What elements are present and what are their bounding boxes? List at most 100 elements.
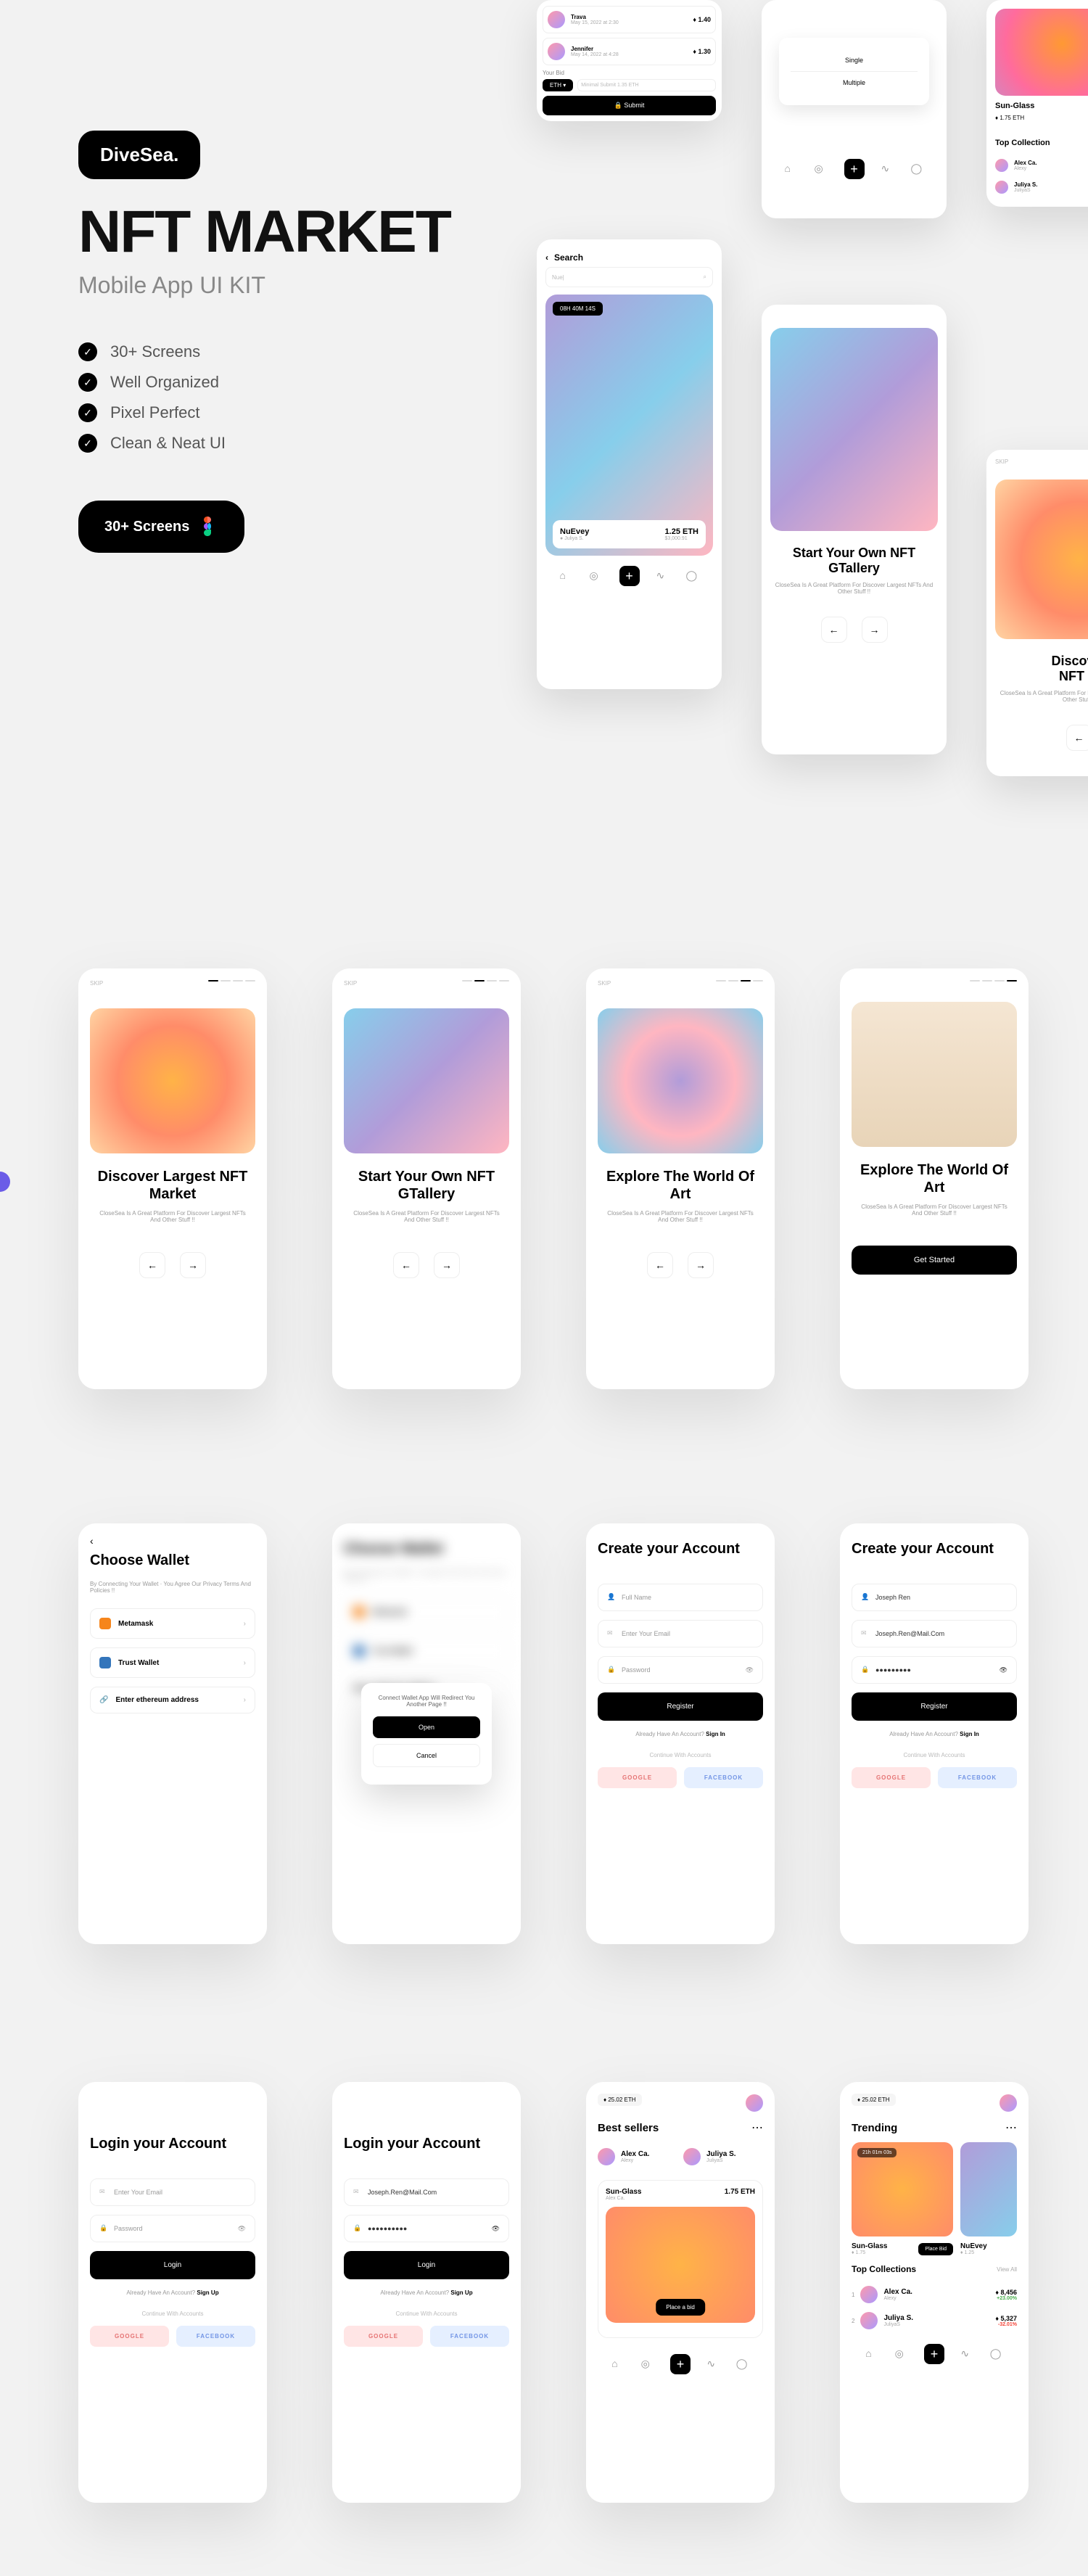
profile-icon[interactable]: ◯ [990,2347,1003,2361]
section-title: Trending [852,2122,897,2134]
google-button[interactable]: GOOGLE [852,1767,931,1788]
back-icon[interactable]: ‹ [545,252,548,263]
signin-link[interactable]: Sign In [706,1731,725,1737]
profile-icon[interactable]: ◯ [686,569,699,583]
search-input[interactable]: Nue|⌕ [545,267,713,287]
email-input[interactable]: ✉Enter Your Email [598,1620,763,1647]
add-button[interactable]: + [844,159,865,179]
search-icon[interactable]: ◎ [815,162,828,176]
facebook-button[interactable]: FACEBOOK [176,2326,255,2347]
cta-button[interactable]: 30+ Screens [78,501,244,553]
multiple-option[interactable]: Multiple [791,72,918,94]
activity-icon[interactable]: ∿ [706,2358,720,2371]
activity-icon[interactable]: ∿ [881,162,894,176]
nft-image: Place a bid [606,2207,755,2323]
google-button[interactable]: GOOGLE [90,2326,169,2347]
profile-icon[interactable]: ◯ [736,2358,749,2371]
eye-icon[interactable]: 👁 [746,1666,754,1674]
prev-arrow[interactable]: ← [821,617,847,643]
email-input[interactable]: ✉Enter Your Email [90,2178,255,2206]
submit-button[interactable]: 🔒 Submit [543,96,716,115]
home-icon[interactable]: ⌂ [785,162,798,176]
next-arrow[interactable]: → [862,617,888,643]
chevron-right-icon: › [244,1659,246,1667]
login-button[interactable]: Login [344,2251,509,2279]
password-input[interactable]: 🔒●●●●●●●●●●👁 [344,2215,509,2242]
activity-icon[interactable]: ∿ [656,569,669,583]
nft-card[interactable]: 08H 40M 14S NuEvey● Juliya S. 1.25 ETH$3… [545,295,713,556]
collection-row[interactable]: 1 Alex Ca.Alexy ♦ 8,456+23.00% [852,2281,1017,2308]
email-input[interactable]: ✉Joseph.Ren@Mail.Com [852,1620,1017,1647]
open-button[interactable]: Open [373,1716,480,1738]
search-icon: ⌕ [704,273,706,281]
next-arrow[interactable]: → [434,1252,460,1278]
password-input[interactable]: 🔒Password👁 [90,2215,255,2242]
skip-button[interactable]: SKIP [995,458,1088,465]
register-button[interactable]: Register [852,1692,1017,1721]
search-icon[interactable]: ◎ [590,569,603,583]
facebook-button[interactable]: FACEBOOK [938,1767,1017,1788]
signup-link[interactable]: Sign Up [450,2289,472,2296]
signup-link[interactable]: Sign Up [197,2289,218,2296]
password-input[interactable]: 🔒●●●●●●●●●👁 [852,1656,1017,1684]
currency-select[interactable]: ETH ▾ [543,79,573,91]
partial-screen: Sun-Glass ♦ 1.75 ETH Place Top Collectio… [986,0,1088,207]
profile-avatar[interactable] [746,2094,763,2112]
prev-arrow[interactable]: ← [393,1252,419,1278]
avatar [598,2148,615,2165]
cancel-button[interactable]: Cancel [373,1744,480,1767]
metamask-option[interactable]: Metamask› [90,1608,255,1639]
password-input[interactable]: 🔒Password👁 [598,1656,763,1684]
add-button[interactable]: + [670,2354,691,2374]
eye-icon[interactable]: 👁 [492,2225,500,2233]
eye-icon[interactable]: 👁 [1000,1666,1007,1674]
view-all-link[interactable]: View All [997,2266,1017,2273]
name-input[interactable]: 👤Full Name [598,1584,763,1611]
figma-icon [204,517,218,537]
place-bid-button[interactable]: Place a bid [656,2299,705,2316]
facebook-button[interactable]: FACEBOOK [430,2326,509,2347]
back-icon[interactable]: ‹ [90,1535,255,1547]
more-icon[interactable]: ⋯ [1005,2120,1017,2135]
google-button[interactable]: GOOGLE [344,2326,423,2347]
home-icon[interactable]: ⌂ [560,569,573,583]
add-button[interactable]: + [619,566,640,586]
balance-badge: ♦ 25.02 ETH [598,2094,642,2106]
search-icon[interactable]: ◎ [895,2347,908,2361]
home-icon[interactable]: ⌂ [611,2358,625,2371]
login-button[interactable]: Login [90,2251,255,2279]
eye-icon[interactable]: 👁 [238,2225,246,2233]
collection-row[interactable]: 2 Juliya S.JuliyaS ♦ 5,327-32.01% [852,2308,1017,2334]
next-arrow[interactable]: → [180,1252,206,1278]
profile-icon[interactable]: ◯ [911,162,924,176]
email-input[interactable]: ✉Joseph.Ren@Mail.Com [344,2178,509,2206]
signin-link[interactable]: Sign In [960,1731,979,1737]
add-button[interactable]: + [924,2344,944,2364]
more-icon[interactable]: ⋯ [751,2120,763,2135]
profile-avatar[interactable] [1000,2094,1017,2112]
place-bid-button[interactable]: Place Bid [918,2243,953,2255]
bid-label: Your Bid [543,70,716,76]
get-started-button[interactable]: Get Started [852,1246,1017,1275]
google-button[interactable]: GOOGLE [598,1767,677,1788]
feature-item: ✓Clean & Neat UI [78,434,514,453]
register-button[interactable]: Register [598,1692,763,1721]
login-home-row: Login your Account ✉Enter Your Email 🔒Pa… [78,2082,1088,2503]
single-option[interactable]: Single [791,49,918,72]
custom-address-option[interactable]: 🔗Enter ethereum address› [90,1687,255,1713]
next-arrow[interactable]: → [688,1252,714,1278]
search-icon[interactable]: ◎ [641,2358,654,2371]
prev-arrow[interactable]: ← [139,1252,165,1278]
trending-card[interactable]: 21h 01m 03s Sun-Glass♦ 1.75Place Bid [852,2142,953,2255]
prev-arrow[interactable]: ← [647,1252,673,1278]
prev-arrow[interactable]: ← [1066,725,1088,751]
activity-icon[interactable]: ∿ [960,2347,973,2361]
bid-input[interactable]: Minimal Submit 1.35 ETH [577,79,716,91]
mail-icon: ✉ [607,1629,616,1638]
facebook-button[interactable]: FACEBOOK [684,1767,763,1788]
trending-card[interactable]: NuEvey♦ 1.25 [960,2142,1017,2255]
name-input[interactable]: 👤Joseph Ren [852,1584,1017,1611]
bid-row: JenniferMay 14, 2022 at 4:28 ♦ 1.30 [543,38,716,65]
home-icon[interactable]: ⌂ [865,2347,878,2361]
trustwallet-option[interactable]: Trust Wallet› [90,1647,255,1678]
